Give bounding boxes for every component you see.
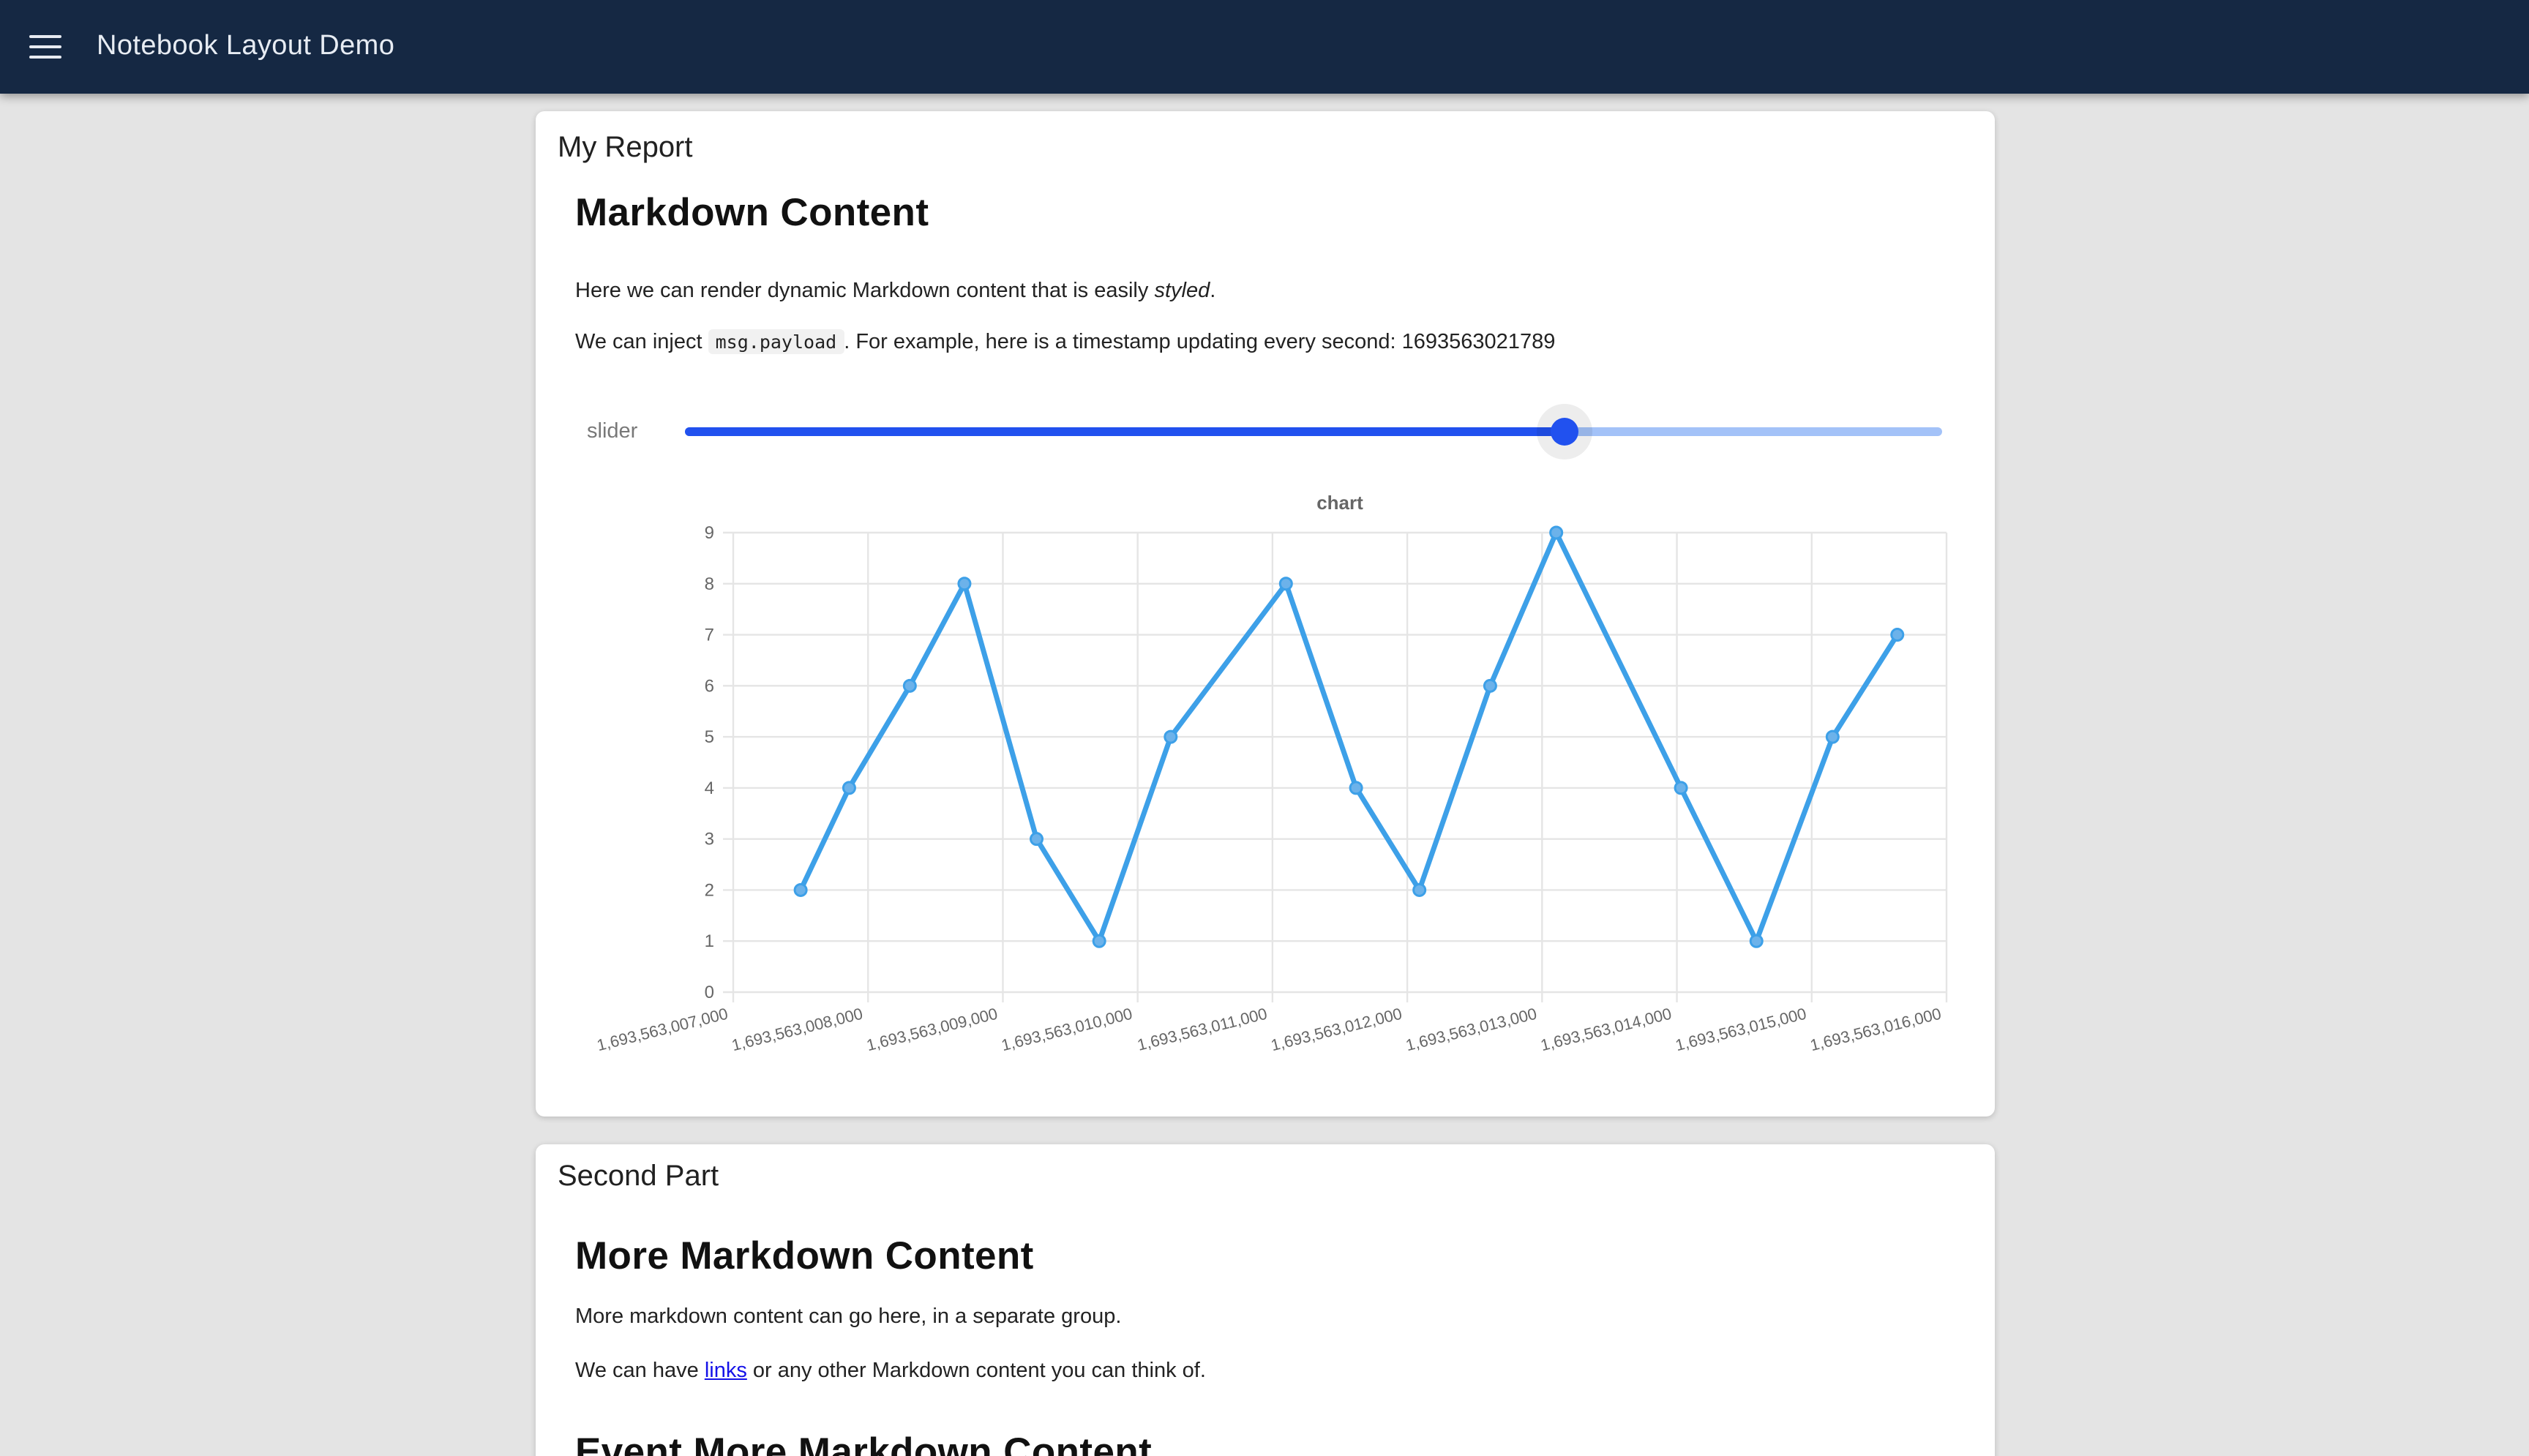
paragraph-text: Here we can render dynamic Markdown cont…: [575, 279, 1154, 303]
markdown-paragraph-2: We can inject msg.payload. For example, …: [575, 331, 1555, 354]
hamburger-menu-icon[interactable]: [20, 18, 79, 76]
app-title: Notebook Layout Demo: [97, 31, 394, 63]
menu-bar: [29, 56, 61, 59]
group-title-second-part: Second Part: [558, 1160, 719, 1194]
group-title-my-report: My Report: [558, 132, 693, 165]
slider-label: slider: [587, 420, 637, 443]
app-header: Notebook Layout Demo: [0, 0, 2529, 94]
paragraph-text: .: [1210, 279, 1215, 303]
svg-text:6: 6: [705, 676, 714, 696]
more-markdown-heading: More Markdown Content: [575, 1234, 1034, 1279]
svg-text:3: 3: [705, 830, 714, 849]
slider-fill: [685, 427, 1565, 436]
second-paragraph-1: More markdown content can go here, in a …: [575, 1305, 1121, 1329]
svg-text:1,693,563,008,000: 1,693,563,008,000: [730, 1005, 864, 1055]
italic-text: styled: [1154, 279, 1210, 303]
svg-text:1,693,563,016,000: 1,693,563,016,000: [1808, 1005, 1943, 1055]
menu-bar: [29, 34, 61, 38]
slider-track[interactable]: [685, 427, 1942, 436]
svg-text:7: 7: [705, 626, 714, 645]
svg-text:1,693,563,013,000: 1,693,563,013,000: [1404, 1005, 1538, 1055]
chart-svg: 1,693,563,007,0001,693,563,008,0001,693,…: [536, 477, 1995, 1092]
timestamp-value: 1693563021789: [1402, 331, 1556, 354]
svg-text:1,693,563,012,000: 1,693,563,012,000: [1269, 1005, 1404, 1055]
svg-text:8: 8: [705, 574, 714, 594]
even-more-markdown-heading: Event More Markdown Content: [575, 1430, 1152, 1456]
report-card: My Report Markdown Content Here we can r…: [536, 111, 1995, 1117]
svg-text:1: 1: [705, 931, 714, 951]
links-hyperlink[interactable]: links: [705, 1359, 747, 1383]
svg-text:5: 5: [705, 727, 714, 747]
inline-code-msg-payload: msg.payload: [708, 329, 844, 354]
markdown-paragraph-1: Here we can render dynamic Markdown cont…: [575, 279, 1215, 303]
svg-text:chart: chart: [1316, 492, 1363, 514]
paragraph-text: or any other Markdown content you can th…: [747, 1359, 1206, 1383]
svg-text:0: 0: [705, 983, 714, 1002]
second-paragraph-2: We can have links or any other Markdown …: [575, 1359, 1206, 1383]
paragraph-text: We can inject: [575, 331, 708, 354]
svg-text:1,693,563,010,000: 1,693,563,010,000: [1000, 1005, 1134, 1055]
paragraph-text: We can have: [575, 1359, 705, 1383]
second-card: Second Part More Markdown Content More m…: [536, 1144, 1995, 1456]
dashboard-page: Notebook Layout Demo My Report Markdown …: [0, 0, 2529, 1456]
svg-text:1,693,563,007,000: 1,693,563,007,000: [595, 1005, 730, 1055]
menu-bar: [29, 45, 61, 48]
svg-text:4: 4: [705, 778, 714, 798]
svg-text:1,693,563,009,000: 1,693,563,009,000: [865, 1005, 1000, 1055]
svg-text:1,693,563,014,000: 1,693,563,014,000: [1539, 1005, 1674, 1055]
markdown-heading: Markdown Content: [575, 190, 929, 236]
svg-text:9: 9: [705, 523, 714, 543]
svg-text:1,693,563,015,000: 1,693,563,015,000: [1674, 1005, 1808, 1055]
svg-text:1,693,563,011,000: 1,693,563,011,000: [1136, 1005, 1270, 1054]
line-chart: 1,693,563,007,0001,693,563,008,0001,693,…: [536, 477, 1995, 1092]
slider-handle[interactable]: [1551, 418, 1579, 446]
svg-text:2: 2: [705, 880, 714, 900]
paragraph-text: . For example, here is a timestamp updat…: [844, 331, 1401, 354]
